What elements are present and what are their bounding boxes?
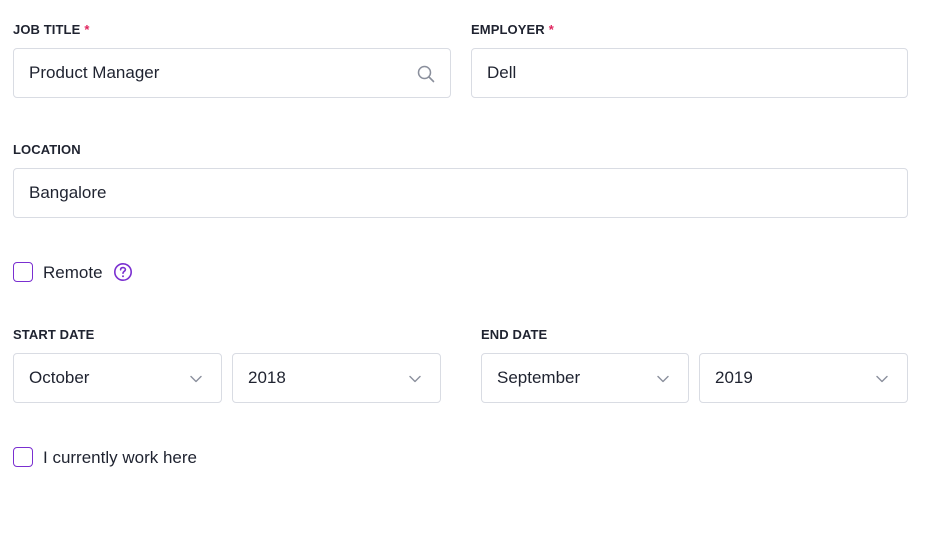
start-year-value: 2018: [248, 368, 286, 387]
chevron-down-icon: [875, 372, 889, 386]
end-month-select[interactable]: September: [481, 353, 689, 403]
end-month-value: September: [497, 368, 581, 387]
start-year-select[interactable]: 2018: [232, 353, 441, 403]
remote-label[interactable]: Remote: [43, 263, 103, 283]
question-circle-icon[interactable]: [113, 262, 133, 282]
job-title-input[interactable]: [29, 63, 435, 83]
end-date-label: END DATE: [481, 327, 548, 342]
currently-work-here-label[interactable]: I currently work here: [43, 448, 197, 468]
location-label: LOCATION: [13, 142, 81, 157]
location-field[interactable]: [13, 168, 908, 218]
required-asterisk: *: [84, 22, 90, 37]
employer-input[interactable]: [487, 63, 892, 83]
remote-checkbox[interactable]: [13, 262, 33, 282]
currently-work-here-checkbox[interactable]: [13, 447, 33, 467]
job-title-label: JOB TITLE *: [13, 22, 90, 37]
required-asterisk: *: [548, 22, 554, 37]
employer-field[interactable]: [471, 48, 908, 98]
search-icon[interactable]: [416, 64, 436, 84]
job-title-field[interactable]: [13, 48, 451, 98]
chevron-down-icon: [656, 372, 670, 386]
end-year-value: 2019: [715, 368, 753, 387]
end-year-select[interactable]: 2019: [699, 353, 908, 403]
chevron-down-icon: [189, 372, 203, 386]
chevron-down-icon: [408, 372, 422, 386]
employer-label: EMPLOYER *: [471, 22, 554, 37]
start-month-value: October: [29, 368, 90, 387]
start-date-label: START DATE: [13, 327, 95, 342]
location-input[interactable]: [29, 183, 892, 203]
start-month-select[interactable]: October: [13, 353, 222, 403]
